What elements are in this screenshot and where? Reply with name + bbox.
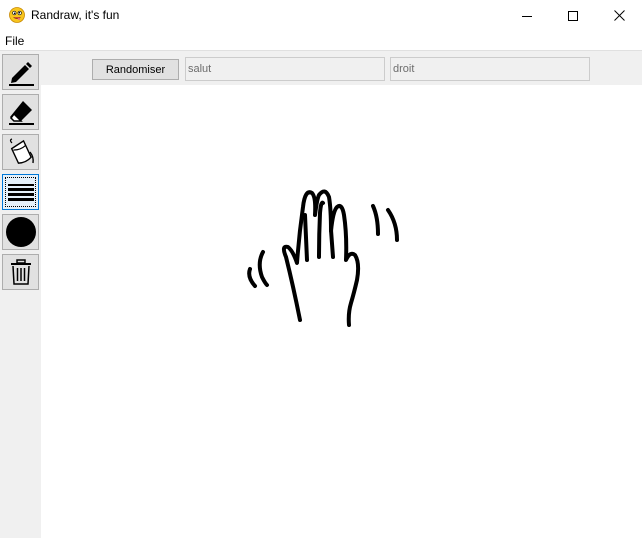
menu-file[interactable]: File: [5, 34, 24, 48]
tool-palette: [0, 51, 41, 538]
maximize-button[interactable]: [550, 0, 596, 31]
fill-tool-button[interactable]: [2, 134, 39, 170]
waving-hand-drawing: [247, 189, 399, 327]
close-button[interactable]: [596, 0, 642, 31]
text-field-1[interactable]: salut: [185, 57, 385, 81]
text-field-2[interactable]: droit: [390, 57, 590, 81]
title-bar: Randraw, it's fun: [0, 0, 642, 31]
line-width-tool-button[interactable]: [2, 174, 39, 210]
emoji-face-icon: [9, 7, 25, 23]
color-tool-button[interactable]: [2, 214, 39, 250]
minimize-icon: [522, 15, 532, 17]
top-toolbar: Randomiser salut droit: [41, 51, 642, 85]
randomize-button[interactable]: Randomiser: [92, 59, 179, 80]
line-width-icon: [7, 184, 34, 201]
close-icon: [613, 10, 625, 21]
pencil-tool-button[interactable]: [2, 54, 39, 90]
pencil-icon: [8, 62, 34, 86]
trash-icon: [10, 259, 31, 285]
eraser-icon: [8, 101, 34, 125]
drawing-canvas[interactable]: [41, 85, 642, 538]
paint-bucket-icon: [9, 138, 34, 164]
minimize-button[interactable]: [504, 0, 550, 31]
clear-tool-button[interactable]: [2, 254, 39, 290]
menu-bar: File: [0, 31, 642, 50]
maximize-icon: [568, 10, 578, 21]
color-circle-icon: [5, 217, 36, 247]
window-title: Randraw, it's fun: [31, 8, 120, 22]
eraser-tool-button[interactable]: [2, 94, 39, 130]
